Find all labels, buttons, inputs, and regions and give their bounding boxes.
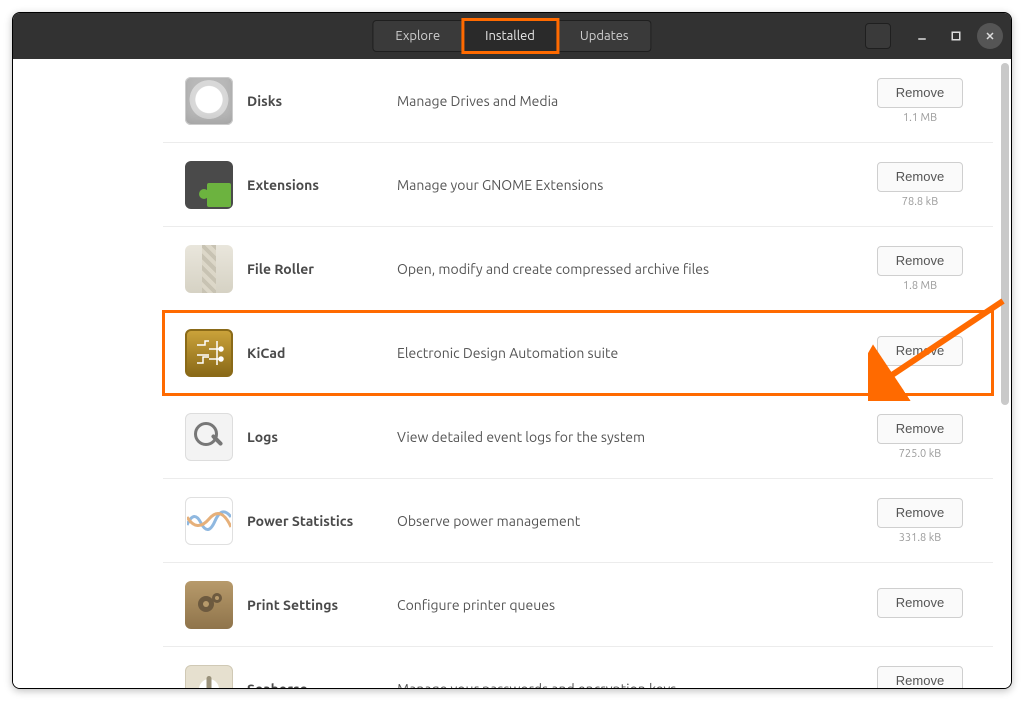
remove-button[interactable]: Remove (877, 78, 963, 108)
remove-button[interactable]: Remove (877, 246, 963, 276)
tab-explore[interactable]: Explore (372, 20, 463, 52)
header-bar: Explore Installed Updates (13, 13, 1011, 59)
app-name: Disks (247, 93, 397, 109)
app-row-print-settings[interactable]: Print Settings Configure printer queues … (163, 563, 993, 647)
remove-button[interactable]: Remove (877, 588, 963, 618)
app-name: Extensions (247, 177, 397, 193)
app-description: Observe power management (397, 513, 877, 529)
app-name: Power Statistics (247, 513, 397, 529)
app-name: KiCad (247, 345, 397, 361)
file-roller-icon (185, 245, 233, 293)
app-name: Print Settings (247, 597, 397, 613)
app-row-logs[interactable]: Logs View detailed event logs for the sy… (163, 395, 993, 479)
app-name: File Roller (247, 261, 397, 277)
maximize-button[interactable] (943, 23, 969, 49)
tab-installed[interactable]: Installed (463, 20, 558, 52)
app-row-power-statistics[interactable]: Power Statistics Observe power managemen… (163, 479, 993, 563)
remove-button[interactable]: Remove (877, 414, 963, 444)
app-name: Seahorse (247, 681, 397, 689)
app-size: 725.0 kB (899, 448, 942, 460)
app-row-seahorse[interactable]: Seahorse Manage your passwords and encry… (163, 647, 993, 688)
remove-button[interactable]: Remove (877, 162, 963, 192)
app-description: Configure printer queues (397, 597, 877, 613)
app-description: Manage Drives and Media (397, 93, 877, 109)
app-row-file-roller[interactable]: File Roller Open, modify and create comp… (163, 227, 993, 311)
view-switcher: Explore Installed Updates (372, 20, 651, 52)
remove-button[interactable]: Remove (877, 498, 963, 528)
tab-updates[interactable]: Updates (558, 20, 652, 52)
app-row-extensions[interactable]: Extensions Manage your GNOME Extensions … (163, 143, 993, 227)
app-size: 1.8 MB (903, 280, 937, 292)
software-window: Explore Installed Updates Disks (12, 12, 1012, 689)
app-size: 1.1 MB (903, 112, 937, 124)
minimize-button[interactable] (909, 23, 935, 49)
app-name: Logs (247, 429, 397, 445)
power-statistics-icon (185, 497, 233, 545)
app-description: Electronic Design Automation suite (397, 345, 877, 361)
logs-icon (185, 413, 233, 461)
kicad-icon (185, 329, 233, 377)
app-description: Manage your passwords and encryption key… (397, 681, 877, 689)
app-size: 78.8 kB (902, 196, 938, 208)
window-controls (865, 23, 1003, 49)
extensions-icon (185, 161, 233, 209)
app-row-disks[interactable]: Disks Manage Drives and Media Remove 1.1… (163, 59, 993, 143)
content-area: Disks Manage Drives and Media Remove 1.1… (13, 59, 1011, 688)
app-description: Open, modify and create compressed archi… (397, 261, 877, 277)
app-size: 331.8 kB (899, 532, 942, 544)
app-description: Manage your GNOME Extensions (397, 177, 877, 193)
remove-button[interactable]: Remove (877, 666, 963, 689)
scrollbar-thumb[interactable] (1001, 63, 1009, 405)
hamburger-menu-button[interactable] (865, 23, 891, 49)
seahorse-icon (185, 665, 233, 689)
close-button[interactable] (977, 23, 1003, 49)
scrollbar-track[interactable] (1001, 63, 1009, 684)
print-settings-icon (185, 581, 233, 629)
app-row-kicad[interactable]: KiCad Electronic Design Automation suite… (163, 311, 993, 395)
app-description: View detailed event logs for the system (397, 429, 877, 445)
remove-button[interactable]: Remove (877, 336, 963, 366)
disks-icon (185, 77, 233, 125)
